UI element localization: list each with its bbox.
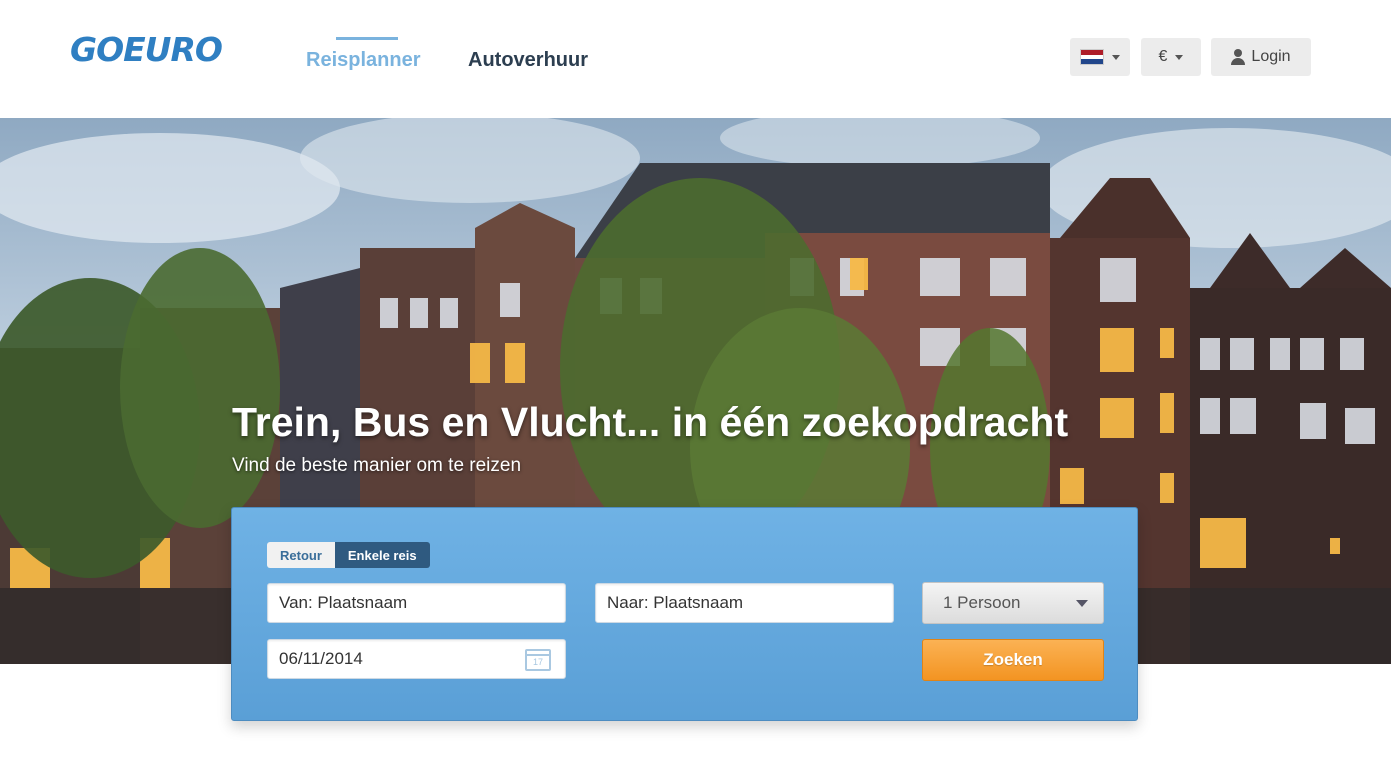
from-input[interactable]: Van: Plaatsnaam bbox=[267, 583, 566, 623]
nav-autoverhuur[interactable]: Autoverhuur bbox=[468, 49, 588, 72]
nav-reisplanner[interactable]: Reisplanner bbox=[306, 49, 420, 72]
hero-subtitle: Vind de beste manier om te reizen bbox=[232, 455, 522, 476]
search-panel: Retour Enkele reis Van: Plaatsnaam Naar:… bbox=[231, 507, 1138, 721]
hero-title: Trein, Bus en Vlucht... in één zoekopdra… bbox=[232, 399, 1069, 445]
caret-down-icon bbox=[1175, 54, 1184, 60]
caret-down-icon bbox=[1112, 54, 1120, 60]
currency-selector[interactable]: € bbox=[1141, 38, 1201, 76]
passenger-select[interactable]: 1 Persoon bbox=[922, 582, 1104, 624]
login-label: Login bbox=[1251, 48, 1291, 65]
calendar-icon[interactable]: 17 bbox=[525, 649, 551, 671]
language-selector[interactable] bbox=[1070, 38, 1130, 76]
active-nav-indicator bbox=[336, 37, 398, 40]
logo[interactable]: GOEURO bbox=[70, 30, 223, 69]
date-input[interactable]: 06/11/2014 17 bbox=[267, 639, 566, 679]
to-input[interactable]: Naar: Plaatsnaam bbox=[595, 583, 894, 623]
login-button[interactable]: Login bbox=[1211, 38, 1311, 76]
calendar-day: 17 bbox=[532, 656, 543, 667]
tab-enkele-reis[interactable]: Enkele reis bbox=[334, 542, 430, 568]
date-value: 06/11/2014 bbox=[279, 649, 363, 668]
trip-type-tabs: Retour Enkele reis bbox=[267, 542, 430, 568]
search-button[interactable]: Zoeken bbox=[922, 639, 1104, 681]
page: GOEURO Reisplanner Autoverhuur € Login T… bbox=[0, 0, 1391, 759]
tab-retour[interactable]: Retour bbox=[267, 542, 335, 568]
passenger-label: 1 Persoon bbox=[943, 593, 1021, 612]
caret-down-icon bbox=[1076, 600, 1088, 607]
header: GOEURO Reisplanner Autoverhuur € Login bbox=[0, 0, 1391, 118]
currency-label: € bbox=[1158, 48, 1168, 65]
user-icon bbox=[1231, 49, 1246, 65]
dutch-flag-icon bbox=[1080, 49, 1104, 65]
